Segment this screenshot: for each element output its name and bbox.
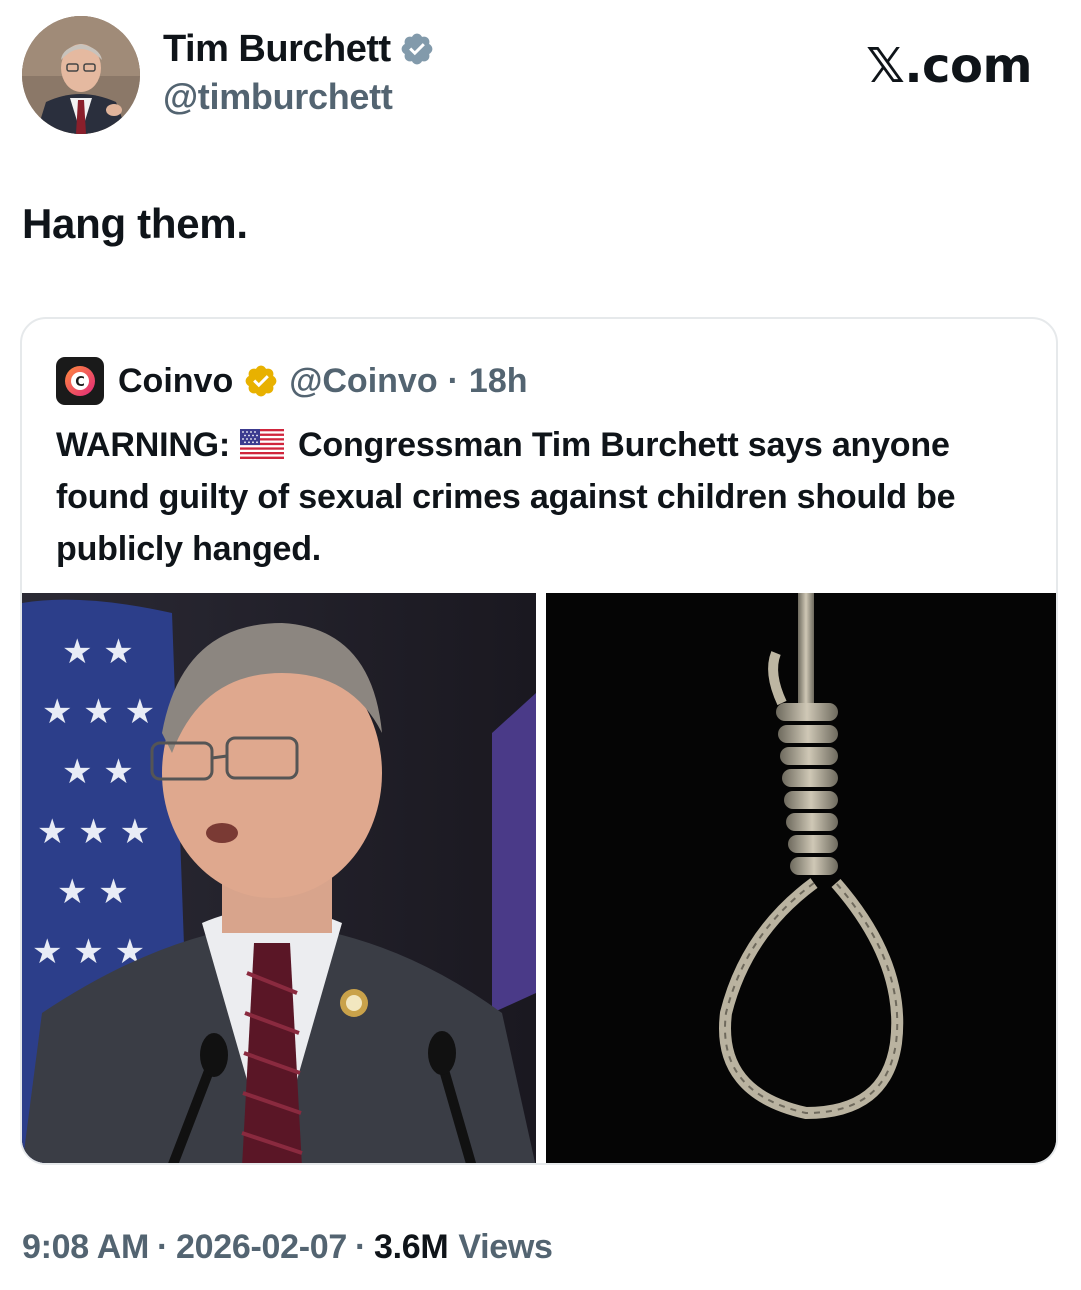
- separator-dot: ·: [447, 361, 459, 400]
- warning-label: WARNING:: [56, 426, 231, 464]
- quoted-tweet-header: C Coinvo @Coinvo · 18h: [56, 357, 528, 405]
- svg-text:★ ★ ★: ★ ★ ★: [42, 692, 155, 732]
- author-handle[interactable]: @timburchett: [163, 76, 435, 118]
- separator-dot: ·: [354, 1228, 366, 1266]
- tweet-time[interactable]: 9:08 AM: [22, 1228, 149, 1267]
- svg-text:★ ★: ★ ★: [57, 872, 129, 912]
- svg-text:★ ★: ★ ★: [62, 752, 134, 792]
- tweet-text: Hang them.: [22, 200, 248, 247]
- author-name-row: Tim Burchett: [163, 26, 435, 72]
- svg-text:★ ★: ★ ★: [62, 632, 134, 672]
- svg-text:★ ★ ★: ★ ★ ★: [37, 812, 150, 852]
- views-count[interactable]: 3.6M: [374, 1228, 449, 1267]
- separator-dot: ·: [157, 1228, 169, 1266]
- tweet-header: Tim Burchett @timburchett 𝕏.com: [22, 16, 1062, 136]
- quoted-tweet-text: WARNING: Congressman Tim Burchett says a…: [56, 419, 1036, 575]
- quoted-tweet-card[interactable]: C Coinvo @Coinvo · 18h WARNING: Congress…: [20, 317, 1058, 1165]
- author-info: Tim Burchett @timburchett: [163, 26, 435, 118]
- views-label: Views: [458, 1228, 553, 1266]
- us-flag-icon: [240, 422, 285, 459]
- quoted-author-name[interactable]: Coinvo: [118, 362, 233, 401]
- coinvo-logo-icon[interactable]: C: [56, 357, 104, 405]
- media-image-congressman[interactable]: ★ ★ ★ ★ ★ ★ ★ ★ ★ ★ ★ ★ ★ ★ ★ ★ ★: [22, 593, 536, 1163]
- verified-badge-icon: [399, 31, 435, 67]
- verified-badge-icon: [243, 363, 279, 399]
- brand-label: 𝕏.com: [866, 38, 1032, 94]
- svg-text:C: C: [75, 375, 85, 390]
- brand-text: 𝕏.com: [866, 38, 1032, 94]
- tweet-date[interactable]: 2026-02-07: [176, 1228, 347, 1267]
- quoted-timestamp[interactable]: 18h: [469, 362, 528, 401]
- media-image-noose[interactable]: [546, 593, 1056, 1163]
- author-name[interactable]: Tim Burchett: [163, 28, 391, 71]
- author-avatar[interactable]: [22, 16, 140, 134]
- quoted-author-handle[interactable]: @Coinvo: [289, 362, 437, 401]
- tweet-footer: 9:08 AM · 2026-02-07 · 3.6M Views: [22, 1228, 553, 1267]
